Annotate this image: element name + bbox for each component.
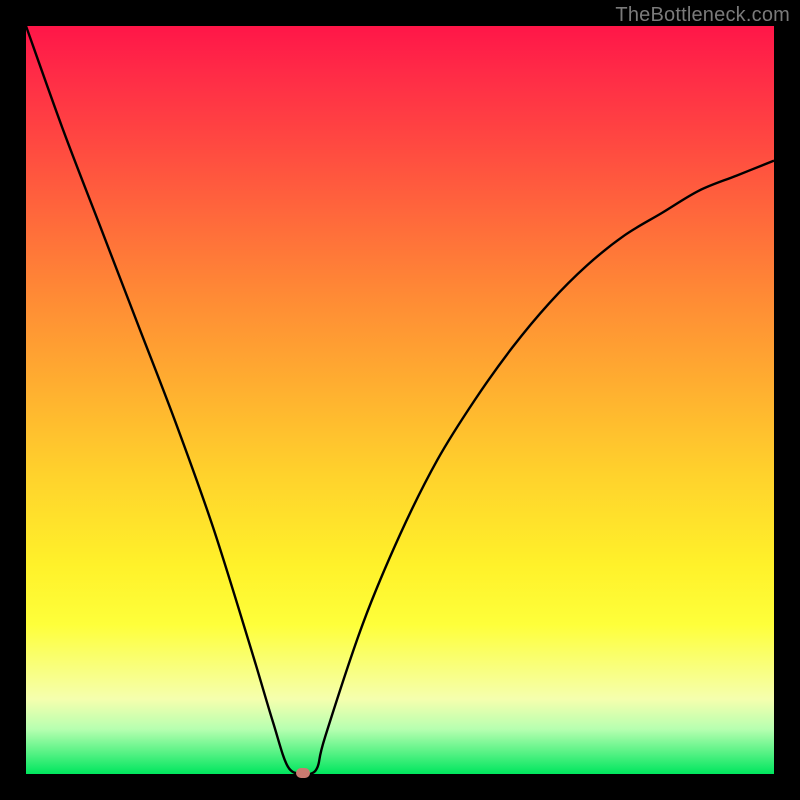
curve-line (26, 26, 774, 775)
minimum-marker (296, 768, 310, 778)
bottleneck-curve (26, 26, 774, 774)
watermark-text: TheBottleneck.com (615, 4, 790, 27)
plot-area (26, 26, 774, 774)
chart-frame: TheBottleneck.com (0, 0, 800, 800)
